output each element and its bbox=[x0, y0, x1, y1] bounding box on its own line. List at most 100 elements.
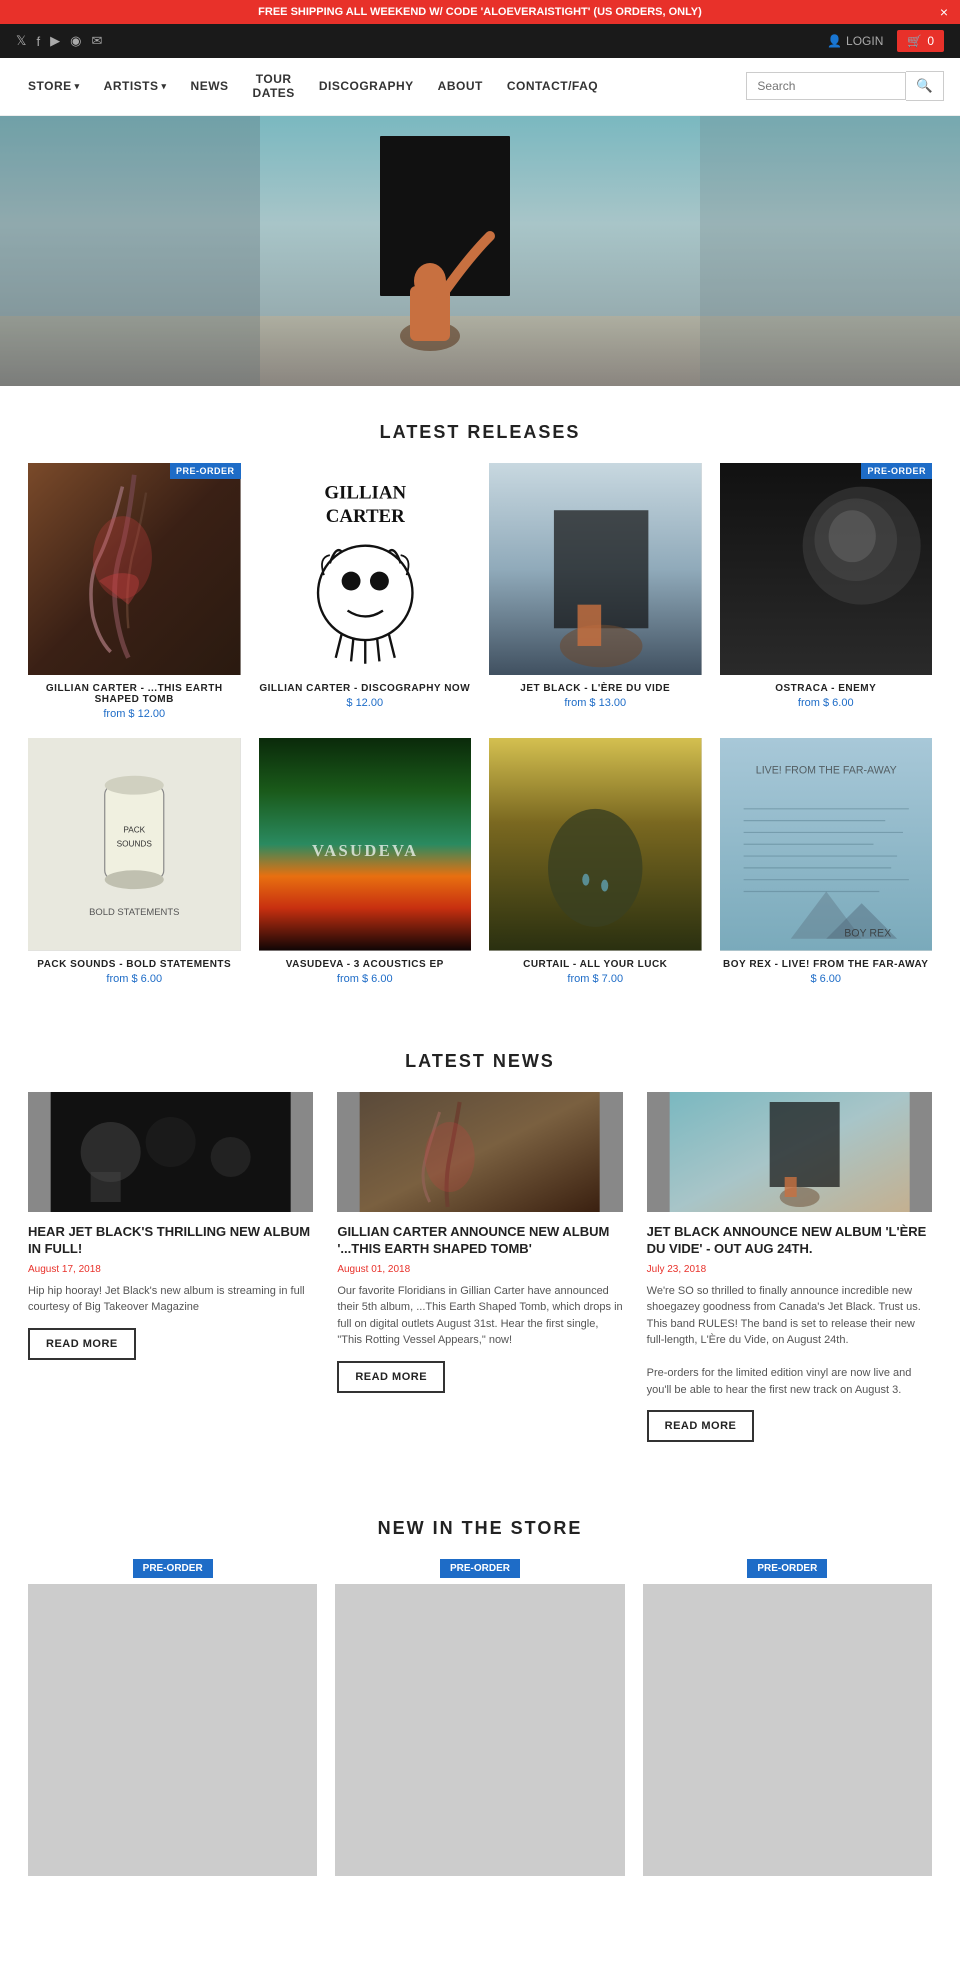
product-title: GILLIAN CARTER - DISCOGRAPHY NOW bbox=[259, 683, 472, 694]
footer-spacer bbox=[0, 1924, 960, 1964]
nav-links: STORE ▾ ARTISTS ▾ NEWS TOURDATES DISCOGR… bbox=[16, 58, 610, 115]
email-icon[interactable]: ✉ bbox=[91, 33, 102, 49]
svg-text:CARTER: CARTER bbox=[325, 506, 404, 527]
product-card[interactable]: PACK SOUNDS BOLD STATEMENTS PACK SOUNDS … bbox=[28, 738, 241, 985]
latest-releases-title: LATEST RELEASES bbox=[0, 386, 960, 463]
album-art bbox=[489, 738, 702, 951]
nav-store[interactable]: STORE ▾ bbox=[16, 59, 92, 113]
read-more-button[interactable]: READ MORE bbox=[647, 1410, 755, 1442]
new-in-store-section: NEW IN THE STORE PRE-ORDER PRE-ORDER PRE… bbox=[0, 1482, 960, 1924]
announcement-close[interactable]: × bbox=[940, 4, 948, 20]
store-card[interactable]: PRE-ORDER bbox=[28, 1559, 317, 1884]
nav-artists[interactable]: ARTISTS ▾ bbox=[92, 59, 179, 113]
store-badge: PRE-ORDER bbox=[747, 1559, 827, 1578]
product-card[interactable]: GILLIAN CARTER GILLIAN CARTER - DISCOGRA… bbox=[259, 463, 472, 721]
svg-text:GILLIAN: GILLIAN bbox=[324, 482, 406, 503]
read-more-button[interactable]: READ MORE bbox=[337, 1361, 445, 1393]
svg-text:BOY REX: BOY REX bbox=[844, 928, 891, 940]
product-card[interactable]: LIVE! FROM THE FAR-AWAY BOY REX BOY REX … bbox=[720, 738, 933, 985]
login-label: LOGIN bbox=[846, 34, 883, 48]
product-image: GILLIAN CARTER bbox=[259, 463, 472, 676]
svg-text:VASUDEVA: VASUDEVA bbox=[312, 841, 418, 860]
svg-text:LIVE! FROM THE FAR-AWAY: LIVE! FROM THE FAR-AWAY bbox=[755, 765, 896, 777]
product-image: PRE-ORDER bbox=[720, 463, 933, 676]
product-price: $ 12.00 bbox=[259, 697, 472, 709]
product-badge: PRE-ORDER bbox=[861, 463, 932, 479]
product-price: from $ 13.00 bbox=[489, 697, 702, 709]
album-art: GILLIAN CARTER bbox=[259, 463, 472, 676]
announcement-bar: FREE SHIPPING ALL WEEKEND W/ CODE 'ALOEV… bbox=[0, 0, 960, 24]
read-more-button[interactable]: READ MORE bbox=[28, 1328, 136, 1360]
announcement-text: FREE SHIPPING ALL WEEKEND W/ CODE 'ALOEV… bbox=[258, 6, 702, 18]
product-card[interactable]: PRE-ORDER OSTRACA - ENEMY from $ 6.00 bbox=[720, 463, 933, 721]
product-price: $ 6.00 bbox=[720, 973, 933, 985]
cart-count: 0 bbox=[927, 34, 934, 48]
cart-button[interactable]: 🛒 0 bbox=[897, 30, 944, 52]
person-icon: 👤 bbox=[827, 34, 842, 48]
facebook-icon[interactable]: f bbox=[36, 34, 40, 49]
product-title: CURTAIL - ALL YOUR LUCK bbox=[489, 959, 702, 970]
svg-text:PACK: PACK bbox=[123, 826, 145, 835]
product-title: OSTRACA - ENEMY bbox=[720, 683, 933, 694]
nav-contact[interactable]: CONTACT/FAQ bbox=[495, 59, 610, 113]
nav-discography[interactable]: DISCOGRAPHY bbox=[307, 59, 426, 113]
youtube-icon[interactable]: ▶ bbox=[50, 33, 60, 49]
product-title: VASUDEVA - 3 ACOUSTICS EP bbox=[259, 959, 472, 970]
nav-about[interactable]: ABOUT bbox=[426, 59, 495, 113]
nav-news[interactable]: NEWS bbox=[179, 59, 241, 113]
product-card[interactable]: PRE-ORDER GILLIAN CARTER - ...THIS EARTH… bbox=[28, 463, 241, 721]
latest-releases-section: LATEST RELEASES PRE-ORDER GILLIAN CARTER… bbox=[0, 386, 960, 1015]
latest-news-section: LATEST NEWS HEAR JET BLACK'S THRILLING N… bbox=[0, 1015, 960, 1482]
album-art: LIVE! FROM THE FAR-AWAY BOY REX bbox=[720, 738, 933, 951]
news-date: July 23, 2018 bbox=[647, 1264, 932, 1275]
news-card: JET BLACK ANNOUNCE NEW ALBUM 'L'ÈRE DU V… bbox=[647, 1092, 932, 1442]
instagram-icon[interactable]: ◉ bbox=[70, 33, 81, 49]
album-art bbox=[28, 463, 241, 676]
store-card[interactable]: PRE-ORDER bbox=[335, 1559, 624, 1884]
news-card: GILLIAN CARTER ANNOUNCE NEW ALBUM '...TH… bbox=[337, 1092, 622, 1442]
product-grid: PRE-ORDER GILLIAN CARTER - ...THIS EARTH… bbox=[0, 463, 960, 1015]
product-card[interactable]: CURTAIL - ALL YOUR LUCK from $ 7.00 bbox=[489, 738, 702, 985]
product-price: from $ 6.00 bbox=[259, 973, 472, 985]
product-image: LIVE! FROM THE FAR-AWAY BOY REX bbox=[720, 738, 933, 951]
news-grid: HEAR JET BLACK'S THRILLING NEW ALBUM IN … bbox=[28, 1092, 932, 1442]
latest-news-title: LATEST NEWS bbox=[0, 1015, 960, 1092]
twitter-icon[interactable]: 𝕏 bbox=[16, 33, 26, 49]
product-badge: PRE-ORDER bbox=[170, 463, 241, 479]
product-title: PACK SOUNDS - BOLD STATEMENTS bbox=[28, 959, 241, 970]
news-date: August 01, 2018 bbox=[337, 1264, 622, 1275]
product-price: from $ 6.00 bbox=[28, 973, 241, 985]
news-image bbox=[337, 1092, 622, 1212]
product-price: from $ 7.00 bbox=[489, 973, 702, 985]
product-price: from $ 12.00 bbox=[28, 708, 241, 720]
album-art bbox=[489, 463, 702, 676]
product-title: BOY REX - LIVE! FROM THE FAR-AWAY bbox=[720, 959, 933, 970]
top-bar-right: 👤 LOGIN 🛒 0 bbox=[827, 30, 944, 52]
login-link[interactable]: 👤 LOGIN bbox=[827, 34, 883, 48]
store-image bbox=[643, 1584, 932, 1876]
hero-banner bbox=[0, 116, 960, 386]
product-card[interactable]: JET BLACK - L'ÈRE DU VIDE from $ 13.00 bbox=[489, 463, 702, 721]
news-title: JET BLACK ANNOUNCE NEW ALBUM 'L'ÈRE DU V… bbox=[647, 1224, 932, 1258]
store-section: PRE-ORDER PRE-ORDER PRE-ORDER bbox=[0, 1559, 960, 1924]
new-in-store-title: NEW IN THE STORE bbox=[0, 1482, 960, 1559]
chevron-down-icon: ▾ bbox=[75, 81, 80, 92]
search-input[interactable] bbox=[746, 72, 906, 100]
cart-icon: 🛒 bbox=[907, 34, 922, 48]
product-title: GILLIAN CARTER - ...THIS EARTH SHAPED TO… bbox=[28, 683, 241, 705]
album-art bbox=[720, 463, 933, 676]
product-card[interactable]: VASUDEVA VASUDEVA - 3 ACOUSTICS EP from … bbox=[259, 738, 472, 985]
chevron-down-icon: ▾ bbox=[162, 81, 167, 92]
product-title: JET BLACK - L'ÈRE DU VIDE bbox=[489, 683, 702, 694]
news-body: Our favorite Floridians in Gillian Carte… bbox=[337, 1283, 622, 1349]
product-image: PRE-ORDER bbox=[28, 463, 241, 676]
news-title: HEAR JET BLACK'S THRILLING NEW ALBUM IN … bbox=[28, 1224, 313, 1258]
store-image bbox=[28, 1584, 317, 1876]
news-image bbox=[647, 1092, 932, 1212]
store-card[interactable]: PRE-ORDER bbox=[643, 1559, 932, 1884]
nav-tour-dates[interactable]: TOURDATES bbox=[241, 58, 307, 115]
product-price: from $ 6.00 bbox=[720, 697, 933, 709]
search-button[interactable]: 🔍 bbox=[906, 71, 944, 101]
store-badge: PRE-ORDER bbox=[133, 1559, 213, 1578]
news-body: We're SO so thrilled to finally announce… bbox=[647, 1283, 932, 1399]
